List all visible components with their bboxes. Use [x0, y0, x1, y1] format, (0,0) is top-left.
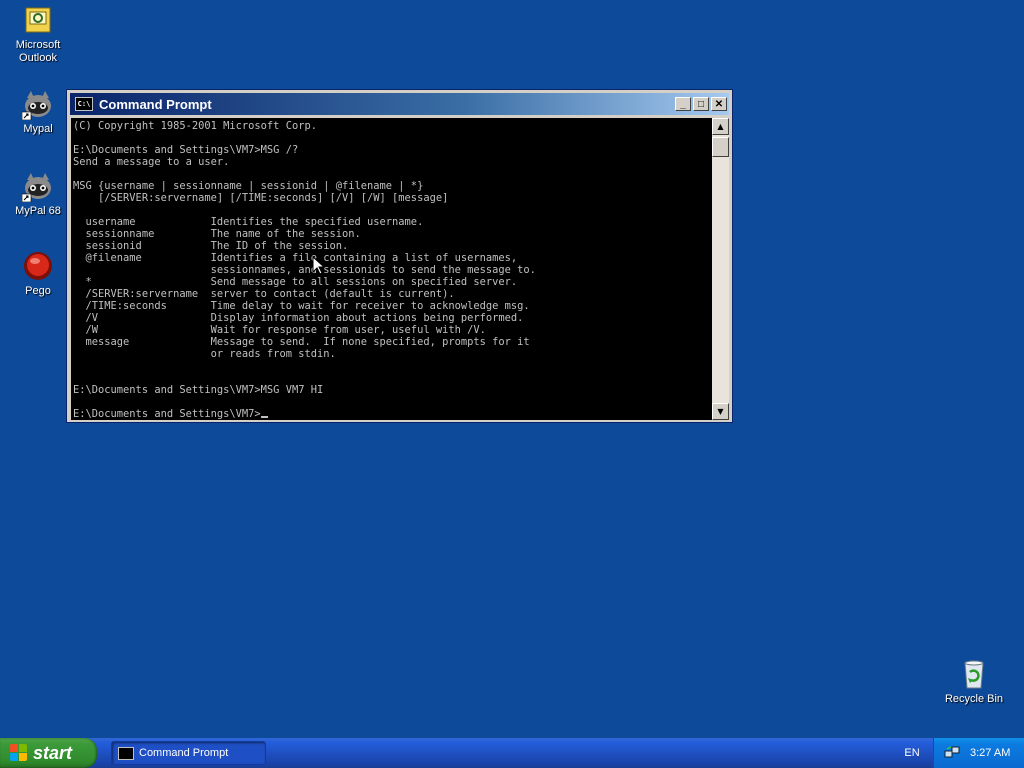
console-icon: [118, 746, 134, 760]
desktop-icon-outlook[interactable]: Microsoft Outlook: [0, 4, 76, 65]
console-line: username Identifies the specified userna…: [73, 216, 424, 228]
raccoon-icon: [21, 88, 54, 121]
desktop-icon-label: Outlook: [19, 52, 57, 64]
console-line: sessionname The name of the session.: [73, 228, 361, 240]
console-prompt-line[interactable]: E:\Documents and Settings\VM7>: [73, 408, 712, 420]
window-title: Command Prompt: [99, 96, 212, 112]
desktop-icon-label: Recycle Bin: [944, 693, 1004, 705]
desktop-icon-label: MyPal 68: [15, 205, 61, 217]
console-line: * Send message to all sessions on specif…: [73, 276, 518, 288]
title-bar[interactable]: C:\ Command Prompt _ □ ✕: [70, 93, 729, 115]
console-line: /SERVER:servername server to contact (de…: [73, 288, 455, 300]
windows-logo-icon: [10, 744, 28, 762]
system-tray: 3:27 AM: [933, 738, 1024, 768]
outlook-icon: [22, 4, 54, 36]
console-line: E:\Documents and Settings\VM7>MSG /?: [73, 144, 299, 156]
console-line: message Message to send. If none specifi…: [73, 336, 530, 348]
console-line: (C) Copyright 1985-2001 Microsoft Corp.: [73, 120, 317, 132]
console-line: sessionid The ID of the session.: [73, 240, 349, 252]
vertical-scrollbar[interactable]: ▲ ▼: [712, 118, 729, 420]
mouse-pointer-icon: [312, 256, 324, 275]
console-line: [/SERVER:servername] [/TIME:seconds] [/V…: [73, 192, 449, 204]
minimize-button[interactable]: _: [675, 97, 691, 111]
raccoon-icon: [21, 170, 54, 203]
console-line: MSG {username | sessionname | sessionid …: [73, 180, 424, 192]
scroll-thumb[interactable]: [712, 137, 729, 157]
console-output[interactable]: (C) Copyright 1985-2001 Microsoft Corp. …: [71, 118, 712, 420]
scroll-up-button[interactable]: ▲: [712, 118, 729, 135]
desktop-icon-label: Microsoft: [15, 39, 61, 51]
clock[interactable]: 3:27 AM: [970, 747, 1010, 759]
scroll-down-button[interactable]: ▼: [712, 403, 729, 420]
close-button[interactable]: ✕: [711, 97, 727, 111]
text-cursor: [260, 416, 268, 418]
maximize-button[interactable]: □: [693, 97, 709, 111]
taskbar-button-label: Command Prompt: [139, 747, 229, 759]
desktop-icon-mypal[interactable]: Mypal: [0, 88, 76, 136]
taskbar: start Command Prompt EN 3:27 AM: [0, 738, 1024, 768]
console-line: /TIME:seconds Time delay to wait for rec…: [73, 300, 530, 312]
console-line: /W Wait for response from user, useful w…: [73, 324, 486, 336]
network-icon[interactable]: [944, 745, 960, 761]
language-indicator[interactable]: EN: [898, 738, 926, 768]
pego-icon: [22, 250, 54, 282]
desktop-icon-label: Pego: [25, 285, 51, 297]
desktop-icon-mypal68[interactable]: MyPal 68: [0, 170, 76, 218]
desktop-icon-recycle-bin[interactable]: Recycle Bin: [936, 658, 1012, 706]
console-line: or reads from stdin.: [73, 348, 336, 360]
recycle-bin-icon: [958, 658, 990, 690]
start-button[interactable]: start: [0, 738, 97, 768]
console-line: Send a message to a user.: [73, 156, 230, 168]
console-line: /V Display information about actions bei…: [73, 312, 524, 324]
console-prompt: E:\Documents and Settings\VM7>: [73, 408, 261, 420]
desktop-icon-pego[interactable]: Pego: [0, 250, 76, 298]
console-line: E:\Documents and Settings\VM7>MSG VM7 HI: [73, 384, 324, 396]
console-line: @filename Identifies a file containing a…: [73, 252, 518, 264]
start-label: start: [33, 742, 73, 763]
taskbar-button-command-prompt[interactable]: Command Prompt: [111, 741, 266, 765]
command-prompt-window[interactable]: C:\ Command Prompt _ □ ✕ (C) Copyright 1…: [66, 89, 733, 423]
console-line: sessionnames, and sessionids to send the…: [73, 264, 536, 276]
desktop-icon-label: Mypal: [23, 123, 53, 135]
console-icon: C:\: [75, 97, 93, 111]
